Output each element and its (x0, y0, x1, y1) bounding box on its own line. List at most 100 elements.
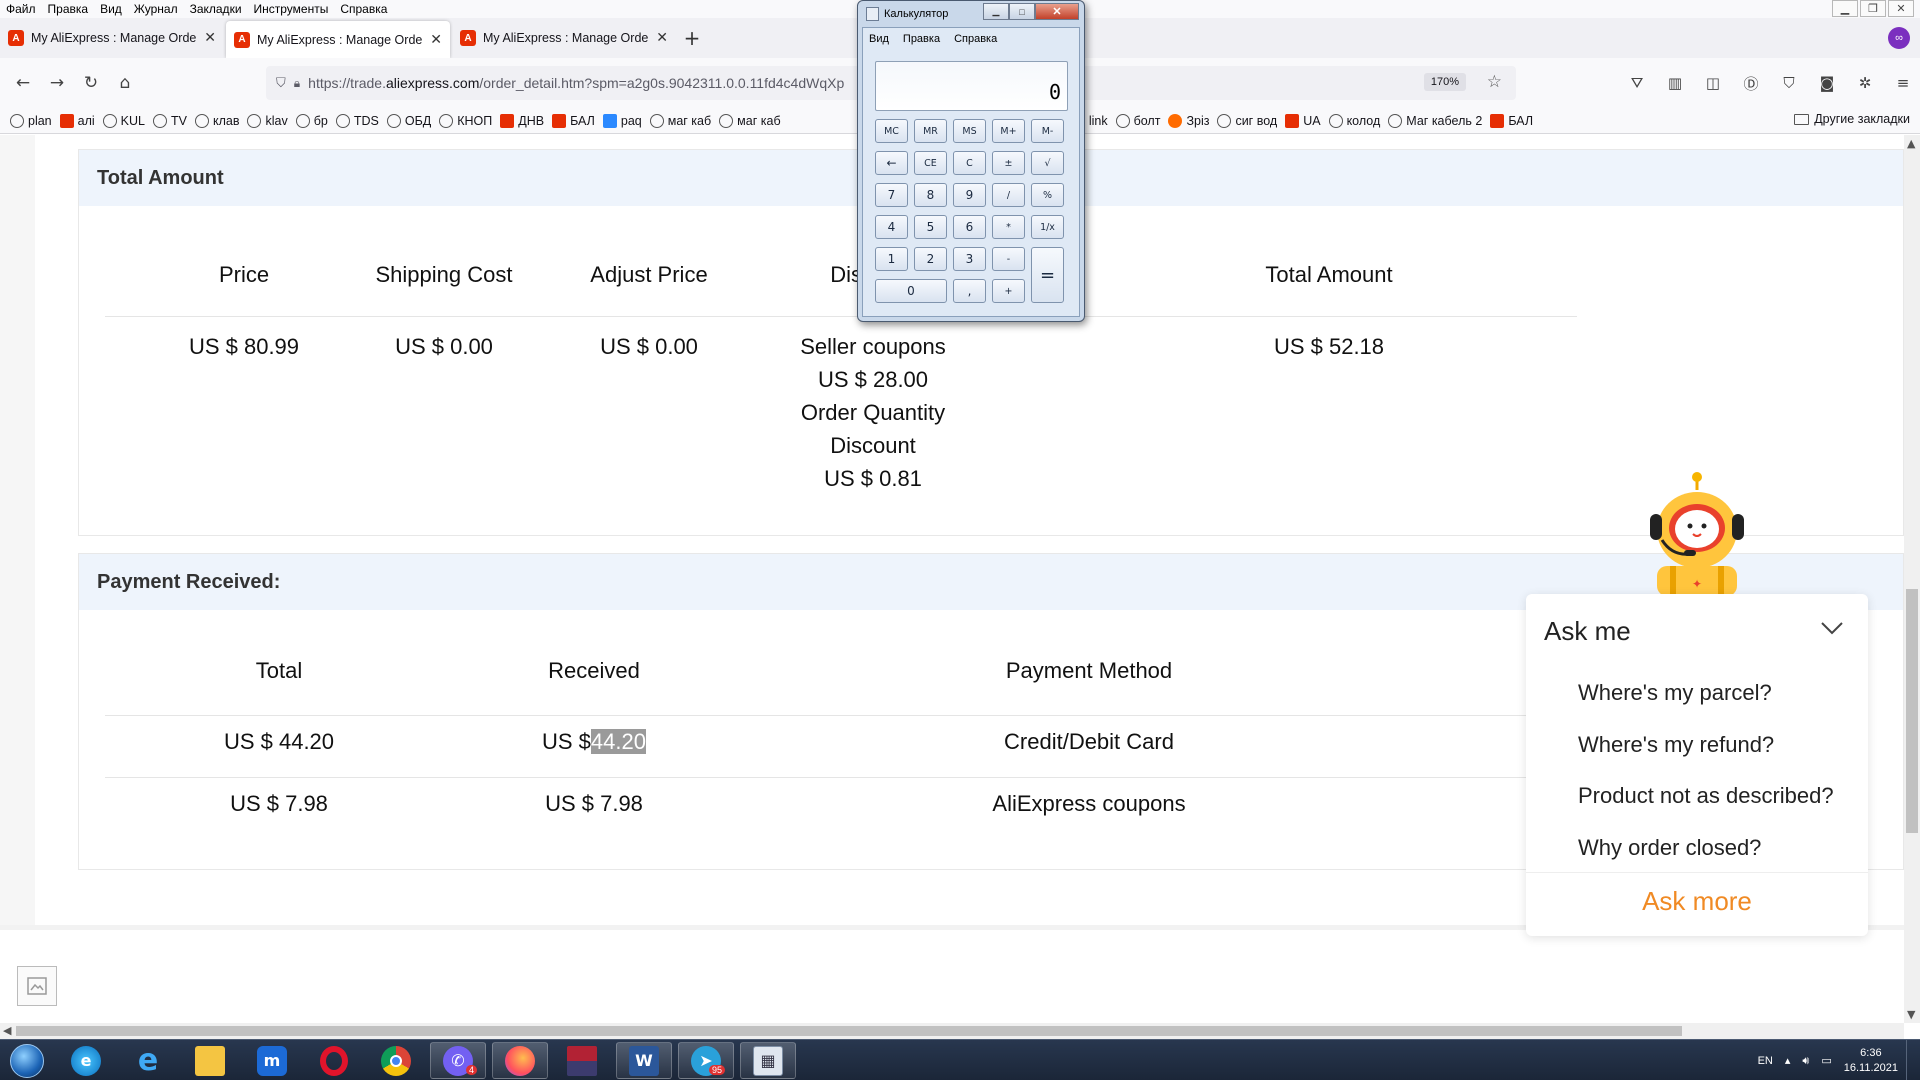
menu-help[interactable]: Справка (334, 0, 393, 18)
key-percent[interactable]: % (1031, 183, 1064, 207)
taskbar-ie[interactable]: e (120, 1042, 176, 1079)
menu-icon[interactable]: ≡ (1886, 66, 1920, 100)
chevron-down-icon[interactable] (1820, 616, 1844, 640)
bookmark[interactable]: КНОП (439, 113, 500, 128)
lock-icon[interactable]: 🔒︎ (294, 76, 300, 91)
key-divide[interactable]: / (992, 183, 1025, 207)
pocket-icon[interactable]: ⛛ (1620, 66, 1654, 100)
bookmark[interactable]: ДНВ (500, 113, 552, 128)
tab-close-icon[interactable]: ✕ (430, 32, 442, 48)
language-indicator[interactable]: EN (1758, 1055, 1773, 1067)
calculator-titlebar[interactable]: Калькулятор (866, 7, 948, 21)
other-bookmarks[interactable]: Другие закладки (1794, 112, 1910, 126)
shield-icon[interactable]: ⛉ (276, 76, 286, 91)
calc-menu-help[interactable]: Справка (954, 33, 997, 45)
scroll-down-icon[interactable]: ▼ (1907, 1008, 1915, 1021)
taskbar-viber[interactable]: ✆ 4 (430, 1042, 486, 1079)
key-ms[interactable]: MS (953, 119, 986, 143)
bookmark[interactable]: болт (1115, 113, 1169, 128)
bookmark[interactable]: сиг вод (1217, 113, 1285, 128)
key-minus[interactable]: - (992, 247, 1025, 271)
horizontal-scrollbar[interactable]: ◀ (0, 1023, 1904, 1039)
key-equals[interactable]: = (1031, 247, 1064, 303)
shield-extension-icon[interactable]: ⛉ (1772, 66, 1806, 100)
url-text[interactable]: https://trade.aliexpress.com/order_detai… (308, 75, 844, 91)
close-window-button[interactable]: ✕ (1888, 0, 1914, 17)
taskbar-maxthon[interactable]: m (244, 1042, 300, 1079)
restore-button[interactable]: ❐ (1860, 0, 1886, 17)
tray-expand-icon[interactable]: ▴ (1785, 1054, 1791, 1067)
menu-bookmarks[interactable]: Закладки (184, 0, 248, 18)
vertical-scrollbar[interactable]: ▲ ▼ (1904, 135, 1920, 1023)
bookmark[interactable]: БАЛ (552, 113, 603, 128)
extension-icon[interactable]: ◙ (1810, 66, 1844, 100)
tab-1[interactable]: A My AliExpress : Manage Orders ✕ (0, 18, 224, 58)
bookmark[interactable]: TV (153, 113, 195, 128)
taskbar-edge[interactable]: e (58, 1042, 114, 1079)
extension-d-icon[interactable]: Ⓓ (1734, 66, 1768, 100)
vertical-scroll-thumb[interactable] (1906, 589, 1918, 833)
key-sqrt[interactable]: √ (1031, 151, 1064, 175)
ask-more-button[interactable]: Ask more (1526, 886, 1868, 917)
clock[interactable]: 6:36 16.11.2021 (1844, 1046, 1898, 1076)
key-plus-minus[interactable]: ± (992, 151, 1025, 175)
key-mc[interactable]: MC (875, 119, 908, 143)
bookmark[interactable]: маг каб (719, 113, 788, 128)
bookmark[interactable]: UA (1285, 113, 1328, 128)
bookmark[interactable]: Зріз (1168, 113, 1217, 128)
bookmark[interactable]: TDS (335, 113, 387, 128)
calc-close-button[interactable]: ✕ (1035, 3, 1079, 20)
volume-icon[interactable]: 🔊︎ (1802, 1054, 1809, 1068)
key-m-minus[interactable]: M- (1031, 119, 1064, 143)
bookmark[interactable]: маг каб (649, 113, 719, 128)
calc-minimize-button[interactable]: ▁ (983, 3, 1009, 20)
key-0[interactable]: 0 (875, 279, 947, 303)
ask-question-parcel[interactable]: Where's my parcel? (1578, 680, 1772, 706)
key-comma[interactable]: , (953, 279, 986, 303)
key-3[interactable]: 3 (953, 247, 986, 271)
key-5[interactable]: 5 (914, 215, 947, 239)
taskbar-flag-app[interactable] (554, 1042, 610, 1079)
bookmark[interactable]: plan (10, 113, 60, 128)
network-icon[interactable]: ▭ (1821, 1054, 1831, 1067)
key-m-plus[interactable]: M+ (992, 119, 1025, 143)
menu-view[interactable]: Вид (94, 0, 128, 18)
minimize-button[interactable]: ▁ (1832, 0, 1858, 17)
bookmark[interactable]: Маг кабель 2 (1388, 113, 1490, 128)
bookmark[interactable]: бр (295, 113, 336, 128)
taskbar-explorer[interactable] (182, 1042, 238, 1079)
bookmark[interactable]: алі (59, 113, 103, 128)
back-icon[interactable]: ← (6, 66, 40, 100)
menu-edit[interactable]: Правка (42, 0, 95, 18)
menu-file[interactable]: Файл (0, 0, 42, 18)
calc-maximize-button[interactable]: □ (1009, 3, 1035, 20)
bookmark[interactable]: БАЛ (1490, 113, 1541, 128)
account-icon[interactable]: ∞ (1888, 27, 1910, 49)
broken-image-icon[interactable] (17, 966, 57, 1006)
start-button[interactable] (4, 1041, 50, 1080)
taskbar-opera[interactable] (306, 1042, 362, 1079)
menu-tools[interactable]: Инструменты (248, 0, 335, 18)
key-ce[interactable]: CE (914, 151, 947, 175)
ask-question-not-described[interactable]: Product not as described? (1578, 783, 1834, 809)
key-plus[interactable]: + (992, 279, 1025, 303)
key-1[interactable]: 1 (875, 247, 908, 271)
bookmark[interactable]: клав (194, 113, 248, 128)
tab-close-icon[interactable]: ✕ (204, 30, 216, 46)
key-7[interactable]: 7 (875, 183, 908, 207)
library-icon[interactable]: ▥ (1658, 66, 1692, 100)
bookmark[interactable]: klav (247, 113, 295, 128)
bookmark[interactable]: ОБД (386, 113, 439, 128)
key-9[interactable]: 9 (953, 183, 986, 207)
key-2[interactable]: 2 (914, 247, 947, 271)
forward-icon[interactable]: → (40, 66, 74, 100)
taskbar-chrome[interactable] (368, 1042, 424, 1079)
tab-close-icon[interactable]: ✕ (656, 30, 668, 46)
assistant-mascot-icon[interactable]: ✦ (1640, 470, 1750, 596)
calc-menu-view[interactable]: Вид (869, 33, 889, 45)
reload-icon[interactable]: ↻ (74, 66, 108, 100)
ask-question-refund[interactable]: Where's my refund? (1578, 732, 1774, 758)
tab-3[interactable]: A My AliExpress : Manage Orders ✕ (452, 18, 676, 58)
ask-question-order-closed[interactable]: Why order closed? (1578, 835, 1761, 861)
key-multiply[interactable]: * (992, 215, 1025, 239)
